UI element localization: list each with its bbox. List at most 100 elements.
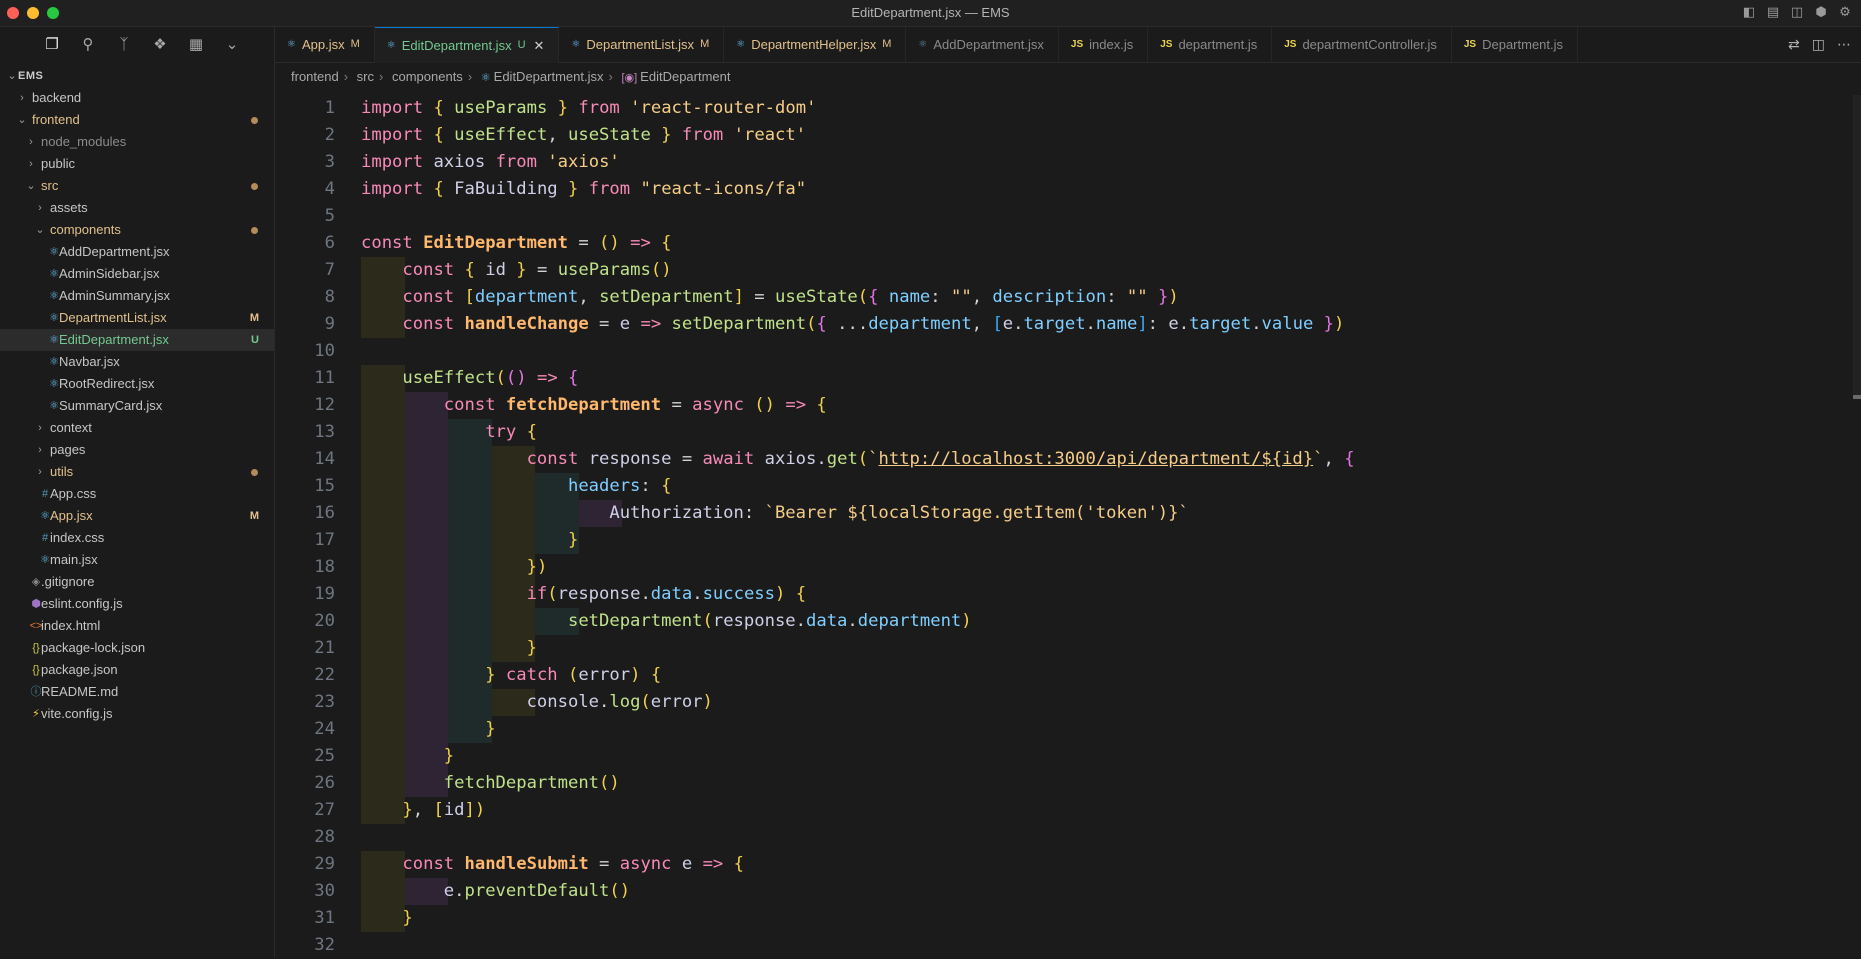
- editor-tab[interactable]: JS department.js: [1148, 27, 1273, 62]
- code-text: }: [526, 638, 537, 658]
- more-actions-icon[interactable]: ⋯: [1837, 36, 1851, 53]
- chevron-right-icon: ›: [29, 136, 33, 148]
- file-item[interactable]: ⚛ App.jsx M: [0, 505, 274, 527]
- source-control-icon[interactable]: ᛉ: [114, 36, 134, 53]
- folder-item[interactable]: › assets: [0, 197, 274, 219]
- extensions-icon[interactable]: ❖: [150, 35, 170, 53]
- extensions-icon[interactable]: ⬢: [1813, 4, 1829, 20]
- line-number: 15: [314, 476, 335, 496]
- file-item[interactable]: # index.css: [0, 527, 274, 549]
- tree-item-label: main.jsx: [50, 552, 98, 567]
- code-line: 21 }: [275, 635, 1835, 662]
- compare-icon[interactable]: ⇄: [1788, 36, 1800, 53]
- file-item[interactable]: ◈ .gitignore: [0, 571, 274, 593]
- tree-item-label: public: [41, 156, 75, 171]
- toggle-sidebar-icon[interactable]: ◧: [1741, 4, 1757, 20]
- chevron-down-icon[interactable]: ⌄: [222, 35, 242, 53]
- file-item[interactable]: ⚛ SummaryCard.jsx: [0, 395, 274, 417]
- file-item[interactable]: ⚛ RootRedirect.jsx: [0, 373, 274, 395]
- chevron-right-icon: ›: [38, 422, 42, 434]
- tree-item-label: AddDepartment.jsx: [59, 244, 170, 259]
- tab-label: departmentController.js: [1302, 37, 1437, 52]
- code-line: 20 setDepartment(response.data.departmen…: [275, 608, 1835, 635]
- tree-item-label: DepartmentList.jsx: [59, 310, 167, 325]
- folder-item[interactable]: ⌄ frontend: [0, 109, 274, 131]
- folder-item[interactable]: › node_modules: [0, 131, 274, 153]
- code-line: 14 const response = await axios.get(`htt…: [275, 446, 1835, 473]
- file-item[interactable]: ⚡ vite.config.js: [0, 703, 274, 725]
- code-line: 9 const handleChange = e => setDepartmen…: [275, 311, 1835, 338]
- tree-item-label: RootRedirect.jsx: [59, 376, 155, 391]
- file-item[interactable]: # App.css: [0, 483, 274, 505]
- code-text: const response = await axios.get(`http:/…: [526, 449, 1355, 469]
- git-status-badge: M: [882, 38, 892, 50]
- editor-tab[interactable]: ⚛ DepartmentHelper.jsx M: [724, 27, 907, 62]
- editor-tab[interactable]: ⚛ App.jsx M: [275, 27, 375, 62]
- title-bar-controls: ◧ ▤ ◫ ⬢ ⚙: [1741, 4, 1853, 20]
- chevron-down-icon: ⌄: [7, 70, 17, 82]
- files-icon[interactable]: ❐: [42, 35, 62, 53]
- layout-icon[interactable]: ◫: [1789, 4, 1805, 20]
- chevron-right-icon: ›: [379, 69, 384, 84]
- code-line: 3 import axios from 'axios': [275, 149, 1835, 176]
- scrollbar-thumb[interactable]: [1853, 395, 1861, 399]
- code-line: 31 }: [275, 905, 1835, 932]
- folder-item[interactable]: ⌄ src: [0, 175, 274, 197]
- file-item[interactable]: ⚛ EditDepartment.jsx U: [0, 329, 274, 351]
- explorer-section-header[interactable]: ⌄ EMS: [0, 65, 274, 87]
- file-item[interactable]: ⚛ DepartmentList.jsx M: [0, 307, 274, 329]
- code-line: 26 fetchDepartment(): [275, 770, 1835, 797]
- file-item[interactable]: ⚛ AdminSummary.jsx: [0, 285, 274, 307]
- editor-tab[interactable]: ⚛ DepartmentList.jsx M: [559, 27, 725, 62]
- code-editor[interactable]: 1 import { useParams } from 'react-router…: [275, 95, 1861, 958]
- editor-tab[interactable]: JS index.js: [1059, 27, 1149, 62]
- editor-tab[interactable]: ⚛ EditDepartment.jsx U ✕: [374, 27, 560, 63]
- folder-item[interactable]: › public: [0, 153, 274, 175]
- folder-item[interactable]: › context: [0, 417, 274, 439]
- folder-item[interactable]: › pages: [0, 439, 274, 461]
- editor-tab[interactable]: ⚛ AddDepartment.jsx: [906, 27, 1059, 62]
- editor-tab[interactable]: JS Department.js: [1452, 27, 1579, 62]
- folder-item[interactable]: › utils: [0, 461, 274, 483]
- file-item[interactable]: <> index.html: [0, 615, 274, 637]
- split-editor-icon[interactable]: ◫: [1812, 36, 1825, 53]
- code-line: 7 const { id } = useParams(): [275, 257, 1835, 284]
- file-item[interactable]: ⚛ AddDepartment.jsx: [0, 241, 274, 263]
- breadcrumb-item[interactable]: EditDepartment.jsx: [494, 69, 604, 84]
- file-item[interactable]: ⚛ AdminSidebar.jsx: [0, 263, 274, 285]
- folder-item[interactable]: ⌄ components: [0, 219, 274, 241]
- tree-item-label: assets: [50, 200, 88, 215]
- code-line: 17 }: [275, 527, 1835, 554]
- code-text: }: [485, 719, 496, 739]
- close-icon[interactable]: ✕: [534, 28, 545, 63]
- code-line: 16 Authorization: `Bearer ${localStorage…: [275, 500, 1835, 527]
- layout-icon[interactable]: ▦: [186, 35, 206, 53]
- file-item[interactable]: {} package.json: [0, 659, 274, 681]
- search-icon[interactable]: ⚲: [78, 35, 98, 53]
- line-number: 29: [314, 854, 335, 874]
- tree-item-label: vite.config.js: [41, 706, 113, 721]
- tree-item-label: components: [50, 222, 121, 237]
- file-item[interactable]: ⚛ Navbar.jsx: [0, 351, 274, 373]
- breadcrumb-item[interactable]: EditDepartment: [640, 69, 730, 84]
- settings-icon[interactable]: ⚙: [1837, 4, 1853, 20]
- editor-tab[interactable]: JS departmentController.js: [1272, 27, 1452, 62]
- tree-item-label: SummaryCard.jsx: [59, 398, 163, 413]
- chevron-down-icon: ⌄: [35, 224, 45, 236]
- code-text: }: [443, 746, 455, 766]
- line-number: 12: [314, 395, 335, 415]
- vertical-scrollbar[interactable]: [1853, 95, 1861, 395]
- file-item[interactable]: {} package-lock.json: [0, 637, 274, 659]
- git-status-badge: M: [350, 38, 360, 50]
- code-line: 29 const handleSubmit = async e => {: [275, 851, 1835, 878]
- breadcrumb-item[interactable]: components: [392, 69, 463, 84]
- file-item[interactable]: ⬢ eslint.config.js: [0, 593, 274, 615]
- file-item[interactable]: ⓘ README.md: [0, 681, 274, 703]
- code-text: }: [567, 530, 579, 550]
- toggle-panel-icon[interactable]: ▤: [1765, 4, 1781, 20]
- line-number: 24: [314, 719, 335, 739]
- breadcrumb-item[interactable]: frontend: [291, 69, 339, 84]
- breadcrumb-item[interactable]: src: [357, 69, 374, 84]
- file-item[interactable]: ⚛ main.jsx: [0, 549, 274, 571]
- folder-item[interactable]: › backend: [0, 87, 274, 109]
